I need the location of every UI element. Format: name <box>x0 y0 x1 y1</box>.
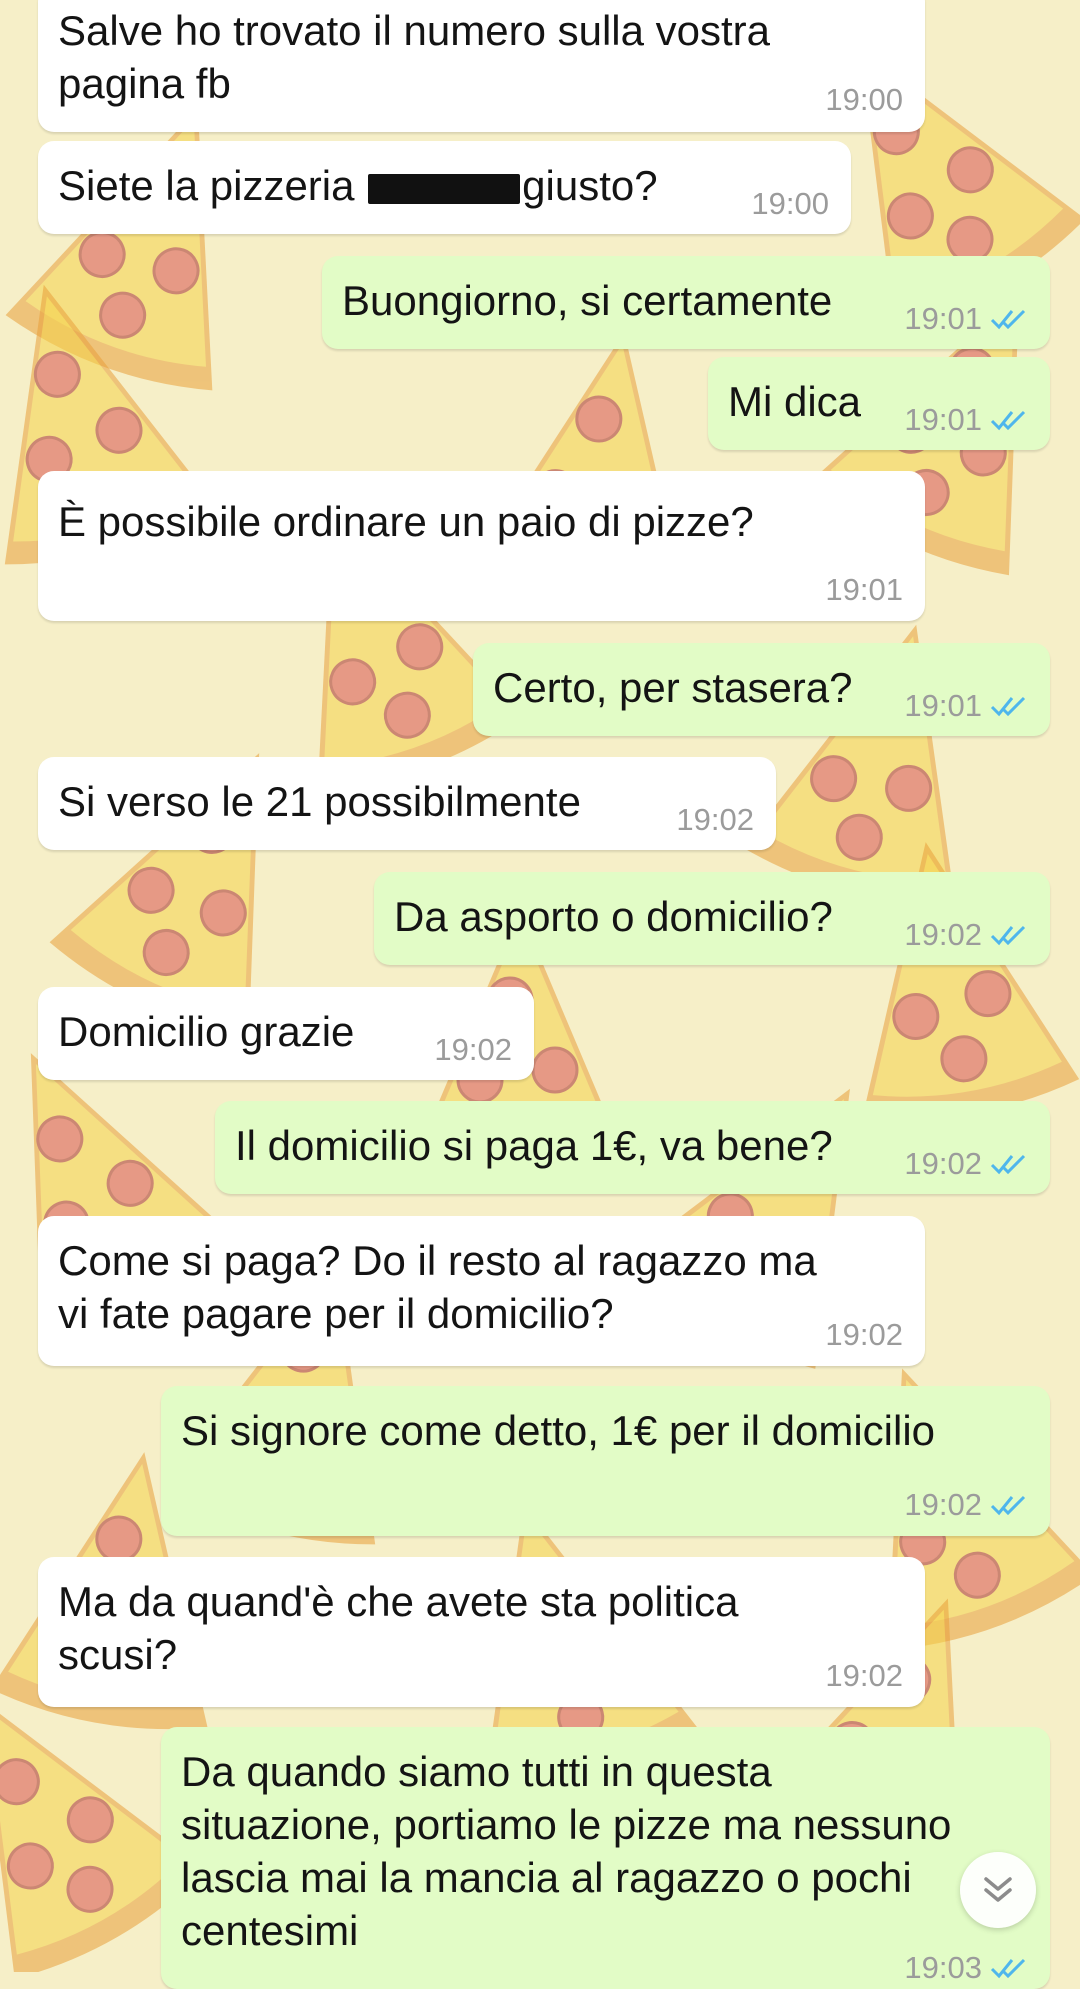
message-bubble-incoming[interactable]: Come si paga? Do il resto al ragazzo ma … <box>38 1216 925 1366</box>
message-text: scusi? <box>58 1631 178 1678</box>
message-text: Siete la pizzeria giusto? <box>58 162 658 209</box>
message-text: Si signore come detto, 1€ per il domicil… <box>181 1407 936 1454</box>
message-text: lascia mai la mancia al ragazzo o pochi <box>181 1854 912 1901</box>
message-text: vi fate pagare per il domicilio? <box>58 1290 614 1337</box>
message-text: Da asporto o domicilio? <box>394 893 833 940</box>
message-text: Mi dica <box>728 378 862 425</box>
message-bubble-outgoing[interactable]: Buongiorno, si certamente 19:01 <box>322 256 1050 349</box>
message-timestamp: 19:00 <box>825 82 903 117</box>
message-bubble-outgoing[interactable]: Da asporto o domicilio? 19:02 <box>374 872 1050 965</box>
message-bubble-outgoing[interactable]: Mi dica 19:01 <box>708 357 1050 450</box>
message-text: situazione, portiamo le pizze ma nessuno <box>181 1801 952 1848</box>
message-timestamp: 19:01 <box>904 690 1028 721</box>
message-bubble-incoming[interactable]: Ma da quand'è che avete sta politica scu… <box>38 1557 925 1707</box>
message-timestamp: 19:02 <box>434 1032 512 1067</box>
message-bubble-incoming[interactable]: Si verso le 21 possibilmente 19:02 <box>38 757 776 850</box>
message-bubble-outgoing[interactable]: Si signore come detto, 1€ per il domicil… <box>161 1386 1050 1536</box>
double-check-icon <box>990 1495 1026 1515</box>
message-text: Come si paga? Do il resto al ragazzo ma <box>58 1237 817 1284</box>
message-timestamp: 19:02 <box>825 1658 903 1693</box>
message-text: È possibile ordinare un paio di pizze? <box>58 498 754 545</box>
message-bubble-incoming[interactable]: Domicilio grazie 19:02 <box>38 987 534 1080</box>
message-timestamp: 19:02 <box>676 802 754 837</box>
message-timestamp: 19:02 <box>825 1317 903 1352</box>
message-text: Buongiorno, si certamente <box>342 277 833 324</box>
message-bubble-incoming[interactable]: È possibile ordinare un paio di pizze? 1… <box>38 471 925 621</box>
message-timestamp: 19:02 <box>904 1489 1028 1520</box>
double-chevron-down-icon <box>984 1877 1012 1902</box>
message-timestamp: 19:01 <box>904 303 1028 334</box>
double-check-icon <box>990 309 1026 329</box>
message-text: pagina fb <box>58 60 231 107</box>
message-bubble-outgoing[interactable]: Certo, per stasera? 19:01 <box>473 643 1050 736</box>
double-check-icon <box>990 1154 1026 1174</box>
message-timestamp: 19:00 <box>751 186 829 221</box>
message-text: Da quando siamo tutti in questa <box>181 1748 772 1795</box>
message-bubble-outgoing[interactable]: Il domicilio si paga 1€, va bene? 19:02 <box>215 1101 1050 1194</box>
message-text: Salve ho trovato il numero sulla vostra <box>58 7 771 54</box>
message-text: Il domicilio si paga 1€, va bene? <box>235 1122 833 1169</box>
message-timestamp: 19:01 <box>825 572 903 607</box>
message-text: Domicilio grazie <box>58 1008 355 1055</box>
redacted-name-block <box>368 173 521 204</box>
message-text: Ma da quand'è che avete sta politica <box>58 1578 739 1625</box>
message-timestamp: 19:03 <box>904 1952 1028 1983</box>
double-check-icon <box>990 696 1026 716</box>
message-timestamp: 19:02 <box>904 919 1028 950</box>
double-check-icon <box>990 925 1026 945</box>
message-timestamp: 19:02 <box>904 1148 1028 1179</box>
message-bubble-outgoing[interactable]: Da quando siamo tutti in questa situazio… <box>161 1727 1050 1989</box>
scroll-to-bottom-button[interactable] <box>960 1852 1036 1928</box>
message-timestamp: 19:01 <box>904 404 1028 435</box>
message-bubble-incoming[interactable]: Salve ho trovato il numero sulla vostra … <box>38 0 925 132</box>
double-check-icon <box>990 1958 1026 1978</box>
message-text: Certo, per stasera? <box>493 664 853 711</box>
message-bubble-incoming[interactable]: Siete la pizzeria giusto? 19:00 <box>38 141 851 234</box>
message-text: centesimi <box>181 1907 359 1954</box>
message-text: Si verso le 21 possibilmente <box>58 778 581 825</box>
double-check-icon <box>990 410 1026 430</box>
